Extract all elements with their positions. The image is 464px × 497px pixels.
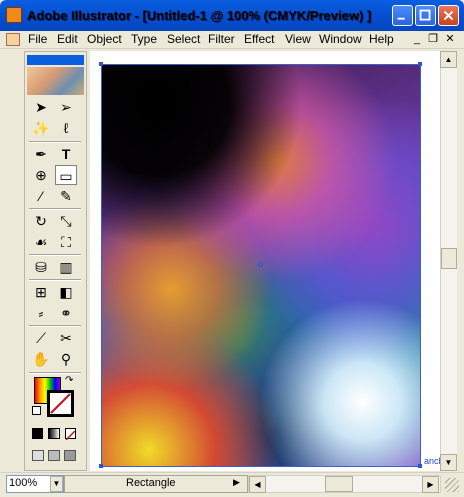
menu-edit[interactable]: Edit [57, 32, 78, 47]
hand-tool-icon[interactable]: ✋ [30, 349, 52, 369]
scroll-right-arrow-icon[interactable]: ▶ [422, 476, 439, 493]
magic-wand-tool-icon[interactable]: ✨ [30, 118, 52, 138]
maximize-button[interactable] [415, 5, 436, 26]
menu-view[interactable]: View [285, 32, 311, 47]
minimize-icon [397, 17, 405, 20]
scroll-up-arrow-icon[interactable]: ▲ [440, 51, 457, 68]
warp-tool-icon[interactable]: ☙ [30, 232, 52, 252]
window-title: Adobe Illustrator - [Untitled-1 @ 100% (… [27, 8, 372, 23]
no-stroke-icon [50, 393, 71, 414]
toolbox-divider [29, 279, 81, 281]
minimize-button[interactable] [392, 5, 413, 26]
zoom-tool-icon[interactable]: ⚲ [55, 349, 77, 369]
standard-screen-mode-icon[interactable] [32, 450, 44, 461]
full-screen-mode-icon[interactable] [64, 450, 76, 461]
status-menu-arrow-icon[interactable]: ▶ [233, 477, 240, 488]
document-icon[interactable] [6, 33, 20, 46]
color-mode-icon[interactable] [32, 428, 43, 439]
resize-grip-icon[interactable] [445, 478, 459, 492]
scroll-left-arrow-icon[interactable]: ◀ [249, 476, 266, 493]
selection-handle[interactable] [418, 62, 422, 66]
selection-handle[interactable] [99, 62, 103, 66]
close-button[interactable] [438, 5, 459, 26]
gradient-mode-icon[interactable] [48, 428, 60, 439]
toolbox-divider [29, 372, 81, 374]
none-mode-icon[interactable] [65, 428, 76, 441]
toolbox-divider [29, 141, 81, 143]
symbol-sprayer-tool-icon[interactable]: ⛁ [30, 257, 52, 277]
menu-type[interactable]: Type [131, 32, 157, 47]
doc-restore-button[interactable]: ❐ [426, 32, 440, 46]
close-icon [443, 10, 454, 21]
toolbox-divider [29, 208, 81, 210]
toolbox-artwork-banner [27, 67, 84, 95]
type-tool-icon[interactable]: T [55, 144, 77, 164]
scale-tool-icon[interactable]: ⤡ [55, 211, 77, 231]
toolbox-divider [29, 325, 81, 327]
rotate-tool-icon[interactable]: ↻ [30, 211, 52, 231]
horizontal-scroll-thumb[interactable] [325, 476, 353, 492]
none-icon [65, 430, 76, 441]
doc-close-button[interactable]: ✕ [443, 32, 457, 46]
gradient-tool-icon[interactable]: ◧ [55, 282, 77, 302]
menu-filter[interactable]: Filter [208, 32, 235, 47]
stroke-swatch[interactable] [47, 390, 74, 417]
menu-effect[interactable]: Effect [244, 32, 274, 47]
status-current-tool: Rectangle [126, 477, 176, 489]
mesh-tool-icon[interactable]: ⊞ [30, 282, 52, 302]
rectangle-tool-icon[interactable]: ▭ [55, 165, 77, 185]
selection-tool-icon[interactable]: ➤ [30, 97, 52, 117]
menu-file[interactable]: File [28, 32, 47, 47]
scroll-down-arrow-icon[interactable]: ▼ [440, 454, 457, 471]
lasso-tool-icon[interactable]: ℓ [55, 118, 77, 138]
polar-grid-tool-icon[interactable]: ⊕ [30, 165, 52, 185]
swap-fill-stroke-icon[interactable]: ↷ [65, 375, 73, 386]
toolbox-header[interactable] [27, 55, 84, 65]
selection-handle[interactable] [418, 464, 422, 468]
doc-minimize-button[interactable]: _ [410, 32, 424, 46]
zoom-level-value: 100% [9, 477, 38, 489]
menu-help[interactable]: Help [369, 32, 394, 47]
slice-tool-icon[interactable]: ⟋ [30, 328, 52, 348]
scissors-tool-icon[interactable]: ✂ [55, 328, 77, 348]
center-point-marker[interactable] [258, 262, 263, 267]
blend-tool-icon[interactable]: ⚭ [55, 303, 77, 323]
menu-select[interactable]: Select [167, 32, 200, 47]
menu-object[interactable]: Object [87, 32, 122, 47]
toolbox-divider [29, 254, 81, 256]
column-graph-tool-icon[interactable]: ▥ [55, 257, 77, 277]
free-transform-tool-icon[interactable]: ⛶ [55, 232, 77, 252]
pen-tool-icon[interactable]: ✒ [30, 144, 52, 164]
menu-window[interactable]: Window [319, 32, 362, 47]
direct-selection-tool-icon[interactable]: ➢ [55, 97, 77, 117]
selection-handle[interactable] [99, 464, 103, 468]
eyedropper-tool-icon[interactable]: ⸗ [30, 303, 52, 323]
full-screen-menu-mode-icon[interactable] [48, 450, 60, 461]
zoom-dropdown-arrow-icon[interactable]: ▼ [50, 476, 63, 492]
paintbrush-tool-icon[interactable]: ⁄ [30, 186, 52, 206]
maximize-icon [419, 9, 431, 21]
vertical-scroll-thumb[interactable] [441, 248, 457, 269]
default-colors-icon[interactable] [32, 406, 41, 415]
illustrator-app-icon[interactable] [6, 7, 22, 23]
pencil-tool-icon[interactable]: ✎ [55, 186, 77, 206]
